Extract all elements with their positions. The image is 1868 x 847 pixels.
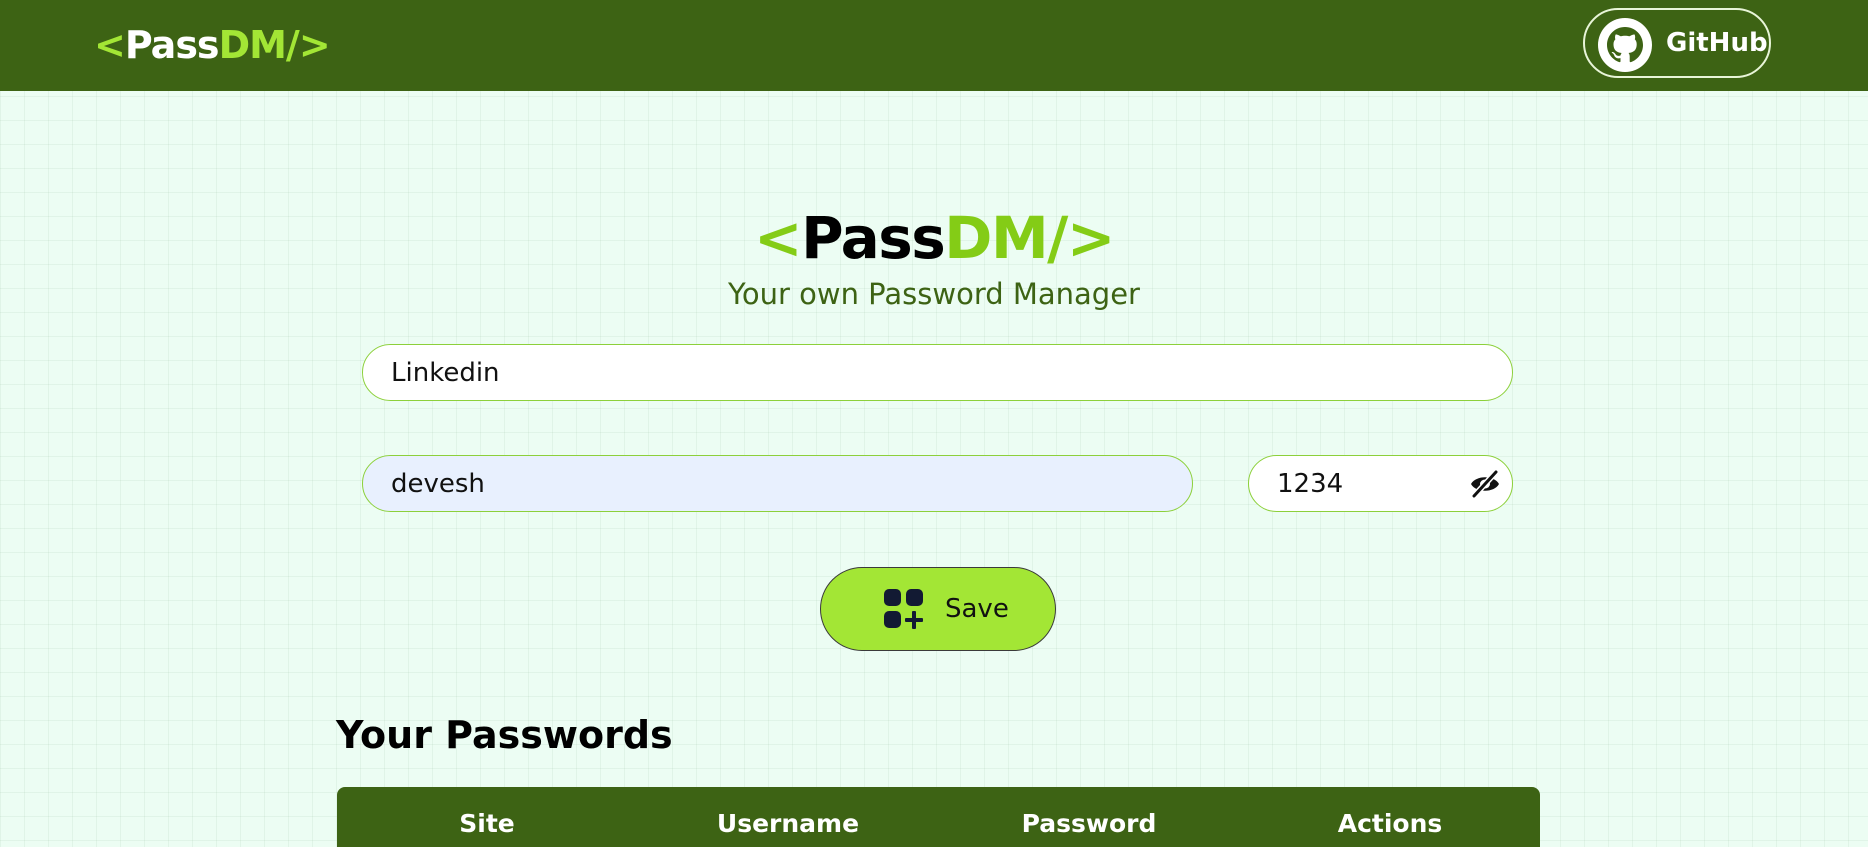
github-button[interactable]: GitHub bbox=[1583, 8, 1771, 78]
add-grid-icon bbox=[884, 589, 923, 629]
username-input[interactable] bbox=[362, 455, 1193, 512]
app-title: <PassDM/> bbox=[0, 203, 1868, 273]
brand-close-bracket: > bbox=[298, 23, 331, 67]
title-open-bracket: < bbox=[754, 204, 803, 272]
save-button[interactable]: Save bbox=[820, 567, 1056, 651]
passwords-heading: Your Passwords bbox=[336, 713, 673, 757]
github-label: GitHub bbox=[1666, 28, 1768, 58]
column-header-site: Site bbox=[459, 809, 515, 838]
column-header-username: Username bbox=[716, 809, 860, 838]
app-subtitle: Your own Password Manager bbox=[728, 277, 1140, 311]
brand-open-bracket: < bbox=[94, 23, 126, 67]
brand-word-dm: DM/ bbox=[218, 23, 300, 67]
column-header-actions: Actions bbox=[1337, 809, 1443, 838]
title-close-bracket: > bbox=[1066, 204, 1116, 272]
brand-word-pass: Pass bbox=[124, 23, 220, 67]
save-label: Save bbox=[945, 594, 1009, 624]
passwords-table-header: Site Username Password Actions bbox=[337, 787, 1540, 847]
title-word-dm: DM/ bbox=[944, 204, 1068, 272]
title-word-pass: Pass bbox=[801, 204, 946, 272]
column-header-password: Password bbox=[1021, 809, 1157, 838]
eye-slash-icon[interactable] bbox=[1469, 470, 1501, 498]
brand-logo[interactable]: <PassDM/> bbox=[94, 20, 331, 70]
navbar: <PassDM/> GitHub bbox=[0, 0, 1868, 91]
github-icon bbox=[1598, 18, 1652, 72]
site-url-input[interactable] bbox=[362, 344, 1513, 401]
